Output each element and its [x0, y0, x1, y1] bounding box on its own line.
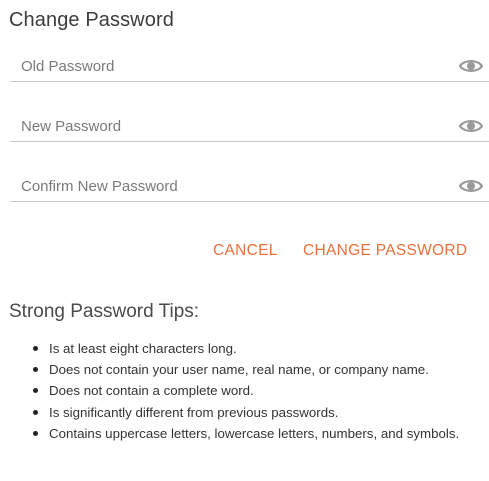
list-item: Contains uppercase letters, lowercase le… [31, 423, 471, 444]
list-item: Is at least eight characters long. [31, 338, 471, 359]
eye-icon[interactable] [459, 178, 483, 194]
old-password-input[interactable] [10, 52, 450, 80]
list-item: Is significantly different from previous… [31, 402, 471, 423]
list-item: Does not contain your user name, real na… [31, 359, 471, 380]
eye-icon[interactable] [459, 58, 483, 74]
old-password-field [10, 52, 489, 82]
tips-title: Strong Password Tips: [9, 301, 200, 322]
confirm-password-field [10, 172, 489, 202]
cancel-button[interactable]: CANCEL [213, 242, 278, 260]
page-title: Change Password [9, 9, 174, 31]
change-password-button[interactable]: CHANGE PASSWORD [303, 242, 467, 260]
eye-icon[interactable] [459, 118, 483, 134]
new-password-field [10, 112, 489, 142]
list-item: Does not contain a complete word. [31, 380, 471, 401]
tips-list: Is at least eight characters long. Does … [31, 338, 471, 444]
confirm-password-input[interactable] [10, 172, 450, 200]
new-password-input[interactable] [10, 112, 450, 140]
change-password-page: Change Password CANCEL CHANGE PASSWORD S… [0, 0, 489, 481]
